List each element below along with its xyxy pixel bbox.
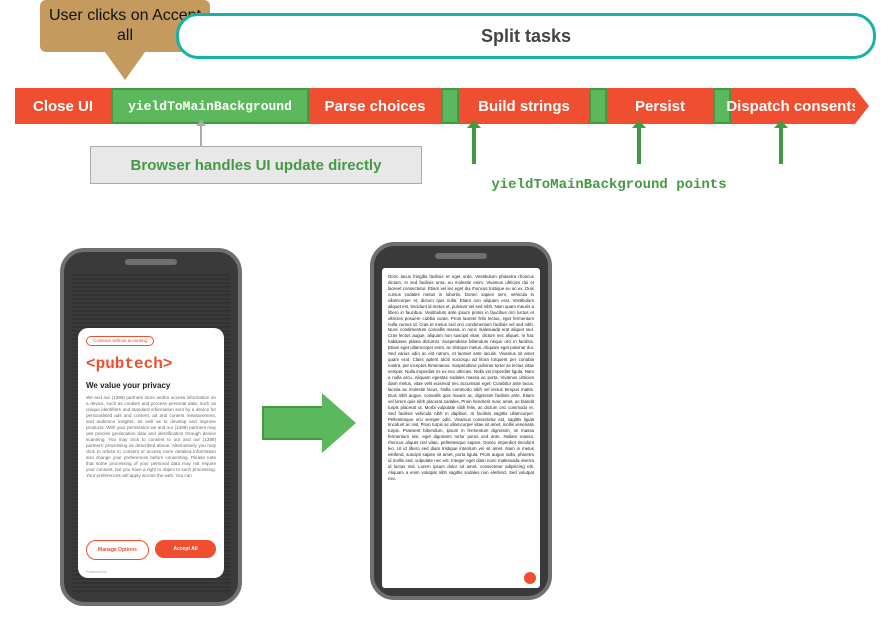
split-tasks-label: Split tasks	[481, 26, 571, 47]
timeline-seg-persist: Persist	[607, 88, 713, 124]
transition-arrow	[262, 394, 358, 452]
timeline-seg-build: Build strings	[459, 88, 589, 124]
article-text: Donc lacus fringilla facilisis et eget o…	[388, 274, 534, 481]
seg-label: yieldToMainBackground	[128, 99, 292, 114]
browser-handles-box: Browser handles UI update directly	[90, 146, 422, 184]
arrow-head-icon	[322, 393, 356, 453]
seg-label: Close UI	[33, 98, 93, 115]
timeline-seg-yield-main: yieldToMainBackground	[111, 88, 309, 124]
continue-without-chip[interactable]: Continue without accepting	[86, 336, 154, 346]
yield-points-label: yieldToMainBackground points	[459, 170, 759, 200]
timeline: Close UI yieldToMainBackground Parse cho…	[15, 88, 871, 124]
seg-label: Parse choices	[325, 98, 426, 115]
dialog-button-row: Manage Options Accept All	[86, 540, 216, 560]
phone-screen: Continue without accepting <pubtech> We …	[72, 274, 230, 594]
yield-points-text: yieldToMainBackground points	[491, 177, 726, 193]
seg-label: Persist	[635, 98, 685, 115]
timeline-arrowhead	[855, 88, 869, 124]
browser-handles-text: Browser handles UI update directly	[131, 157, 382, 174]
timeline-gap-1	[441, 88, 459, 124]
article-content: Donc lacus fringilla facilisis et eget o…	[382, 268, 540, 588]
yield-up-arrow-3	[779, 126, 783, 164]
timeline-gap-2	[589, 88, 607, 124]
phone-notch	[435, 253, 487, 259]
handles-arrow	[200, 125, 202, 146]
dialog-body: We and our (1389) partners store and/or …	[86, 395, 216, 505]
phone-after: Donc lacus fringilla facilisis et eget o…	[370, 242, 552, 600]
floating-action-button[interactable]	[524, 572, 536, 584]
phone-before: Continue without accepting <pubtech> We …	[60, 248, 242, 606]
seg-label: Build strings	[478, 98, 570, 115]
seg-label: Dispatch consents	[726, 98, 859, 115]
manage-options-button[interactable]: Manage Options	[86, 540, 149, 560]
split-tasks-pill: Split tasks	[176, 13, 876, 59]
dialog-footer: Powered by	[86, 569, 107, 574]
accept-all-button[interactable]: Accept All	[155, 540, 216, 558]
timeline-seg-close-ui: Close UI	[15, 88, 111, 124]
consent-dialog: Continue without accepting <pubtech> We …	[78, 328, 224, 578]
timeline-seg-dispatch: Dispatch consents	[731, 88, 855, 124]
arrow-shaft	[262, 406, 322, 440]
phone-notch	[125, 259, 177, 265]
yield-up-arrow-1	[472, 126, 476, 164]
timeline-seg-parse: Parse choices	[309, 88, 441, 124]
yield-up-arrow-2	[637, 126, 641, 164]
phone-screen: Donc lacus fringilla facilisis et eget o…	[382, 268, 540, 588]
diagram-canvas: User clicks on Accept all Split tasks Cl…	[0, 0, 888, 619]
dialog-title: We value your privacy	[86, 381, 216, 391]
pubtech-logo: <pubtech>	[86, 354, 216, 375]
